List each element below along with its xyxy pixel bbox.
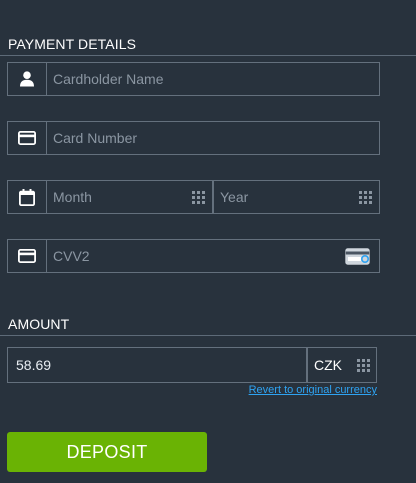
expiry-month-select[interactable]: Month	[53, 181, 92, 213]
card-number-field[interactable]: Card Number	[7, 121, 380, 155]
cardholder-name-input[interactable]: Cardholder Name	[53, 63, 164, 95]
cardholder-name-field[interactable]: Cardholder Name	[7, 62, 380, 96]
expiry-year-select[interactable]: Year	[220, 181, 248, 213]
card-number-input[interactable]: Card Number	[53, 122, 137, 154]
user-icon	[20, 71, 34, 87]
month-dropdown-grid-icon[interactable]	[192, 191, 205, 204]
card-number-icon-cell	[8, 122, 47, 154]
currency-select[interactable]: CZK	[307, 347, 377, 383]
cvv-icon-cell	[8, 240, 47, 272]
expiry-month-field[interactable]: Month	[7, 180, 213, 214]
credit-card-icon	[18, 131, 36, 145]
currency-value[interactable]: CZK	[314, 348, 342, 382]
year-dropdown-grid-icon[interactable]	[359, 191, 372, 204]
cardholder-icon-cell	[8, 63, 47, 95]
payment-details-divider	[0, 55, 416, 56]
expiry-year-field[interactable]: Year	[213, 180, 380, 214]
payment-details-heading: PAYMENT DETAILS	[8, 36, 137, 52]
credit-card-icon	[18, 249, 36, 263]
cvv-input[interactable]: CVV2	[53, 240, 90, 272]
deposit-button[interactable]: DEPOSIT	[7, 432, 207, 472]
expiry-icon-cell	[8, 181, 47, 213]
cvv-field[interactable]: CVV2	[7, 239, 380, 273]
amount-divider	[0, 335, 416, 336]
amount-input[interactable]: 58.69	[16, 348, 51, 382]
amount-heading: AMOUNT	[8, 316, 70, 332]
revert-currency-link[interactable]: Revert to original currency	[249, 384, 377, 396]
card-cvv-icon	[345, 248, 370, 265]
calendar-icon	[19, 188, 35, 206]
currency-dropdown-grid-icon[interactable]	[357, 359, 370, 372]
amount-field[interactable]: 58.69	[7, 347, 307, 383]
